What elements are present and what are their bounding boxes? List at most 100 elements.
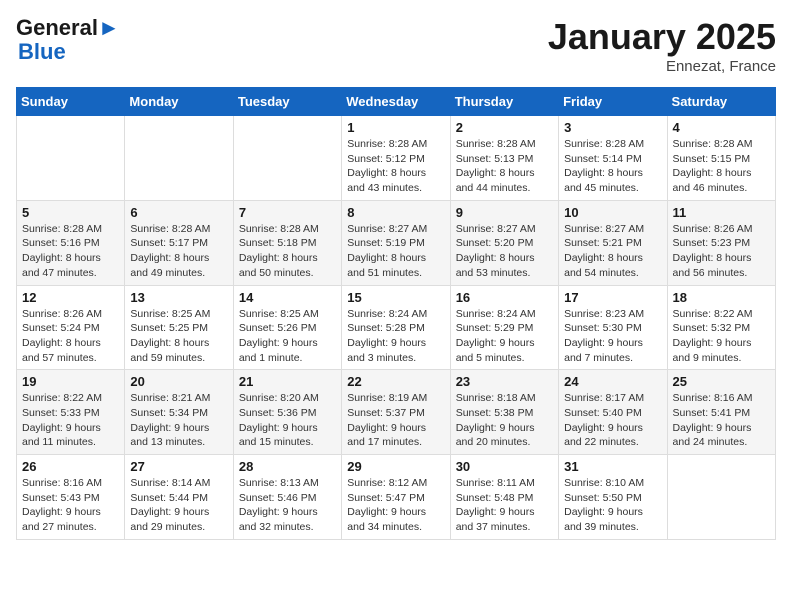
- calendar-cell: 8 Sunrise: 8:27 AM Sunset: 5:19 PM Daylig…: [342, 200, 450, 285]
- weekday-header-row: SundayMondayTuesdayWednesdayThursdayFrid…: [17, 88, 776, 116]
- day-info: Sunrise: 8:28 AM Sunset: 5:12 PM Dayligh…: [347, 137, 444, 196]
- calendar-cell: 10 Sunrise: 8:27 AM Sunset: 5:21 PM Dayli…: [559, 200, 667, 285]
- day-info: Sunrise: 8:26 AM Sunset: 5:24 PM Dayligh…: [22, 307, 119, 366]
- day-number: 3: [564, 120, 661, 135]
- day-number: 18: [673, 290, 770, 305]
- calendar-cell: [667, 455, 775, 540]
- day-info: Sunrise: 8:20 AM Sunset: 5:36 PM Dayligh…: [239, 391, 336, 450]
- day-info: Sunrise: 8:19 AM Sunset: 5:37 PM Dayligh…: [347, 391, 444, 450]
- calendar-cell: 29Sunrise: 8:12 AM Sunset: 5:47 PM Dayli…: [342, 455, 450, 540]
- calendar-cell: 20 Sunrise: 8:21 AM Sunset: 5:34 PM Dayli…: [125, 370, 233, 455]
- day-number: 12: [22, 290, 119, 305]
- day-number: 14: [239, 290, 336, 305]
- day-info: Sunrise: 8:11 AM Sunset: 5:48 PM Dayligh…: [456, 476, 553, 535]
- calendar-cell: [17, 116, 125, 201]
- calendar-cell: 27Sunrise: 8:14 AM Sunset: 5:44 PM Dayli…: [125, 455, 233, 540]
- calendar-cell: 24Sunrise: 8:17 AM Sunset: 5:40 PM Dayli…: [559, 370, 667, 455]
- day-info: Sunrise: 8:23 AM Sunset: 5:30 PM Dayligh…: [564, 307, 661, 366]
- calendar-cell: 2 Sunrise: 8:28 AM Sunset: 5:13 PM Daylig…: [450, 116, 558, 201]
- day-info: Sunrise: 8:22 AM Sunset: 5:32 PM Dayligh…: [673, 307, 770, 366]
- day-number: 17: [564, 290, 661, 305]
- logo: General► Blue: [16, 16, 120, 64]
- calendar-cell: 5 Sunrise: 8:28 AM Sunset: 5:16 PM Daylig…: [17, 200, 125, 285]
- day-number: 27: [130, 459, 227, 474]
- day-number: 5: [22, 205, 119, 220]
- week-row-1: 1 Sunrise: 8:28 AM Sunset: 5:12 PM Daylig…: [17, 116, 776, 201]
- day-info: Sunrise: 8:16 AM Sunset: 5:41 PM Dayligh…: [673, 391, 770, 450]
- day-info: Sunrise: 8:27 AM Sunset: 5:21 PM Dayligh…: [564, 222, 661, 281]
- day-info: Sunrise: 8:13 AM Sunset: 5:46 PM Dayligh…: [239, 476, 336, 535]
- week-row-4: 19 Sunrise: 8:22 AM Sunset: 5:33 PM Dayli…: [17, 370, 776, 455]
- calendar-cell: 30 Sunrise: 8:11 AM Sunset: 5:48 PM Dayli…: [450, 455, 558, 540]
- title-block: January 2025 Ennezat, France: [548, 16, 776, 75]
- day-info: Sunrise: 8:18 AM Sunset: 5:38 PM Dayligh…: [456, 391, 553, 450]
- calendar-cell: 9Sunrise: 8:27 AM Sunset: 5:20 PM Daylig…: [450, 200, 558, 285]
- day-number: 30: [456, 459, 553, 474]
- calendar-cell: 21 Sunrise: 8:20 AM Sunset: 5:36 PM Dayli…: [233, 370, 341, 455]
- calendar-cell: 28 Sunrise: 8:13 AM Sunset: 5:46 PM Dayli…: [233, 455, 341, 540]
- day-number: 23: [456, 374, 553, 389]
- calendar-cell: 25 Sunrise: 8:16 AM Sunset: 5:41 PM Dayli…: [667, 370, 775, 455]
- calendar-cell: 4Sunrise: 8:28 AM Sunset: 5:15 PM Daylig…: [667, 116, 775, 201]
- day-number: 6: [130, 205, 227, 220]
- calendar-cell: 6 Sunrise: 8:28 AM Sunset: 5:17 PM Daylig…: [125, 200, 233, 285]
- day-number: 2: [456, 120, 553, 135]
- calendar-cell: 31 Sunrise: 8:10 AM Sunset: 5:50 PM Dayli…: [559, 455, 667, 540]
- day-number: 13: [130, 290, 227, 305]
- week-row-3: 12 Sunrise: 8:26 AM Sunset: 5:24 PM Dayli…: [17, 285, 776, 370]
- day-number: 16: [456, 290, 553, 305]
- calendar-cell: 12 Sunrise: 8:26 AM Sunset: 5:24 PM Dayli…: [17, 285, 125, 370]
- weekday-header-sunday: Sunday: [17, 88, 125, 116]
- day-number: 7: [239, 205, 336, 220]
- day-number: 10: [564, 205, 661, 220]
- calendar-table: SundayMondayTuesdayWednesdayThursdayFrid…: [16, 87, 776, 540]
- day-number: 8: [347, 205, 444, 220]
- calendar-cell: 26Sunrise: 8:16 AM Sunset: 5:43 PM Dayli…: [17, 455, 125, 540]
- day-number: 29: [347, 459, 444, 474]
- weekday-header-tuesday: Tuesday: [233, 88, 341, 116]
- calendar-cell: 19 Sunrise: 8:22 AM Sunset: 5:33 PM Dayli…: [17, 370, 125, 455]
- day-info: Sunrise: 8:22 AM Sunset: 5:33 PM Dayligh…: [22, 391, 119, 450]
- calendar-cell: [233, 116, 341, 201]
- day-info: Sunrise: 8:28 AM Sunset: 5:14 PM Dayligh…: [564, 137, 661, 196]
- day-number: 20: [130, 374, 227, 389]
- day-info: Sunrise: 8:28 AM Sunset: 5:13 PM Dayligh…: [456, 137, 553, 196]
- calendar-cell: 15 Sunrise: 8:24 AM Sunset: 5:28 PM Dayli…: [342, 285, 450, 370]
- calendar-cell: 22Sunrise: 8:19 AM Sunset: 5:37 PM Dayli…: [342, 370, 450, 455]
- weekday-header-wednesday: Wednesday: [342, 88, 450, 116]
- day-number: 11: [673, 205, 770, 220]
- day-number: 25: [673, 374, 770, 389]
- weekday-header-thursday: Thursday: [450, 88, 558, 116]
- calendar-cell: 7 Sunrise: 8:28 AM Sunset: 5:18 PM Daylig…: [233, 200, 341, 285]
- logo-general: General►: [16, 16, 120, 40]
- day-number: 28: [239, 459, 336, 474]
- day-number: 31: [564, 459, 661, 474]
- day-number: 15: [347, 290, 444, 305]
- calendar-cell: [125, 116, 233, 201]
- day-number: 1: [347, 120, 444, 135]
- day-info: Sunrise: 8:28 AM Sunset: 5:17 PM Dayligh…: [130, 222, 227, 281]
- day-number: 24: [564, 374, 661, 389]
- day-info: Sunrise: 8:25 AM Sunset: 5:26 PM Dayligh…: [239, 307, 336, 366]
- day-number: 9: [456, 205, 553, 220]
- calendar-cell: 17 Sunrise: 8:23 AM Sunset: 5:30 PM Dayli…: [559, 285, 667, 370]
- calendar-cell: 1 Sunrise: 8:28 AM Sunset: 5:12 PM Daylig…: [342, 116, 450, 201]
- day-info: Sunrise: 8:28 AM Sunset: 5:18 PM Dayligh…: [239, 222, 336, 281]
- day-number: 21: [239, 374, 336, 389]
- weekday-header-friday: Friday: [559, 88, 667, 116]
- logo-blue-text: Blue: [18, 40, 66, 64]
- day-info: Sunrise: 8:16 AM Sunset: 5:43 PM Dayligh…: [22, 476, 119, 535]
- calendar-cell: 11Sunrise: 8:26 AM Sunset: 5:23 PM Dayli…: [667, 200, 775, 285]
- day-info: Sunrise: 8:28 AM Sunset: 5:15 PM Dayligh…: [673, 137, 770, 196]
- calendar-cell: 16Sunrise: 8:24 AM Sunset: 5:29 PM Dayli…: [450, 285, 558, 370]
- day-number: 19: [22, 374, 119, 389]
- calendar-cell: 23 Sunrise: 8:18 AM Sunset: 5:38 PM Dayli…: [450, 370, 558, 455]
- day-info: Sunrise: 8:24 AM Sunset: 5:28 PM Dayligh…: [347, 307, 444, 366]
- day-info: Sunrise: 8:28 AM Sunset: 5:16 PM Dayligh…: [22, 222, 119, 281]
- page-header: General► Blue January 2025 Ennezat, Fran…: [16, 16, 776, 75]
- day-info: Sunrise: 8:27 AM Sunset: 5:19 PM Dayligh…: [347, 222, 444, 281]
- day-info: Sunrise: 8:10 AM Sunset: 5:50 PM Dayligh…: [564, 476, 661, 535]
- logo-blue: ►: [98, 15, 120, 40]
- weekday-header-saturday: Saturday: [667, 88, 775, 116]
- day-info: Sunrise: 8:21 AM Sunset: 5:34 PM Dayligh…: [130, 391, 227, 450]
